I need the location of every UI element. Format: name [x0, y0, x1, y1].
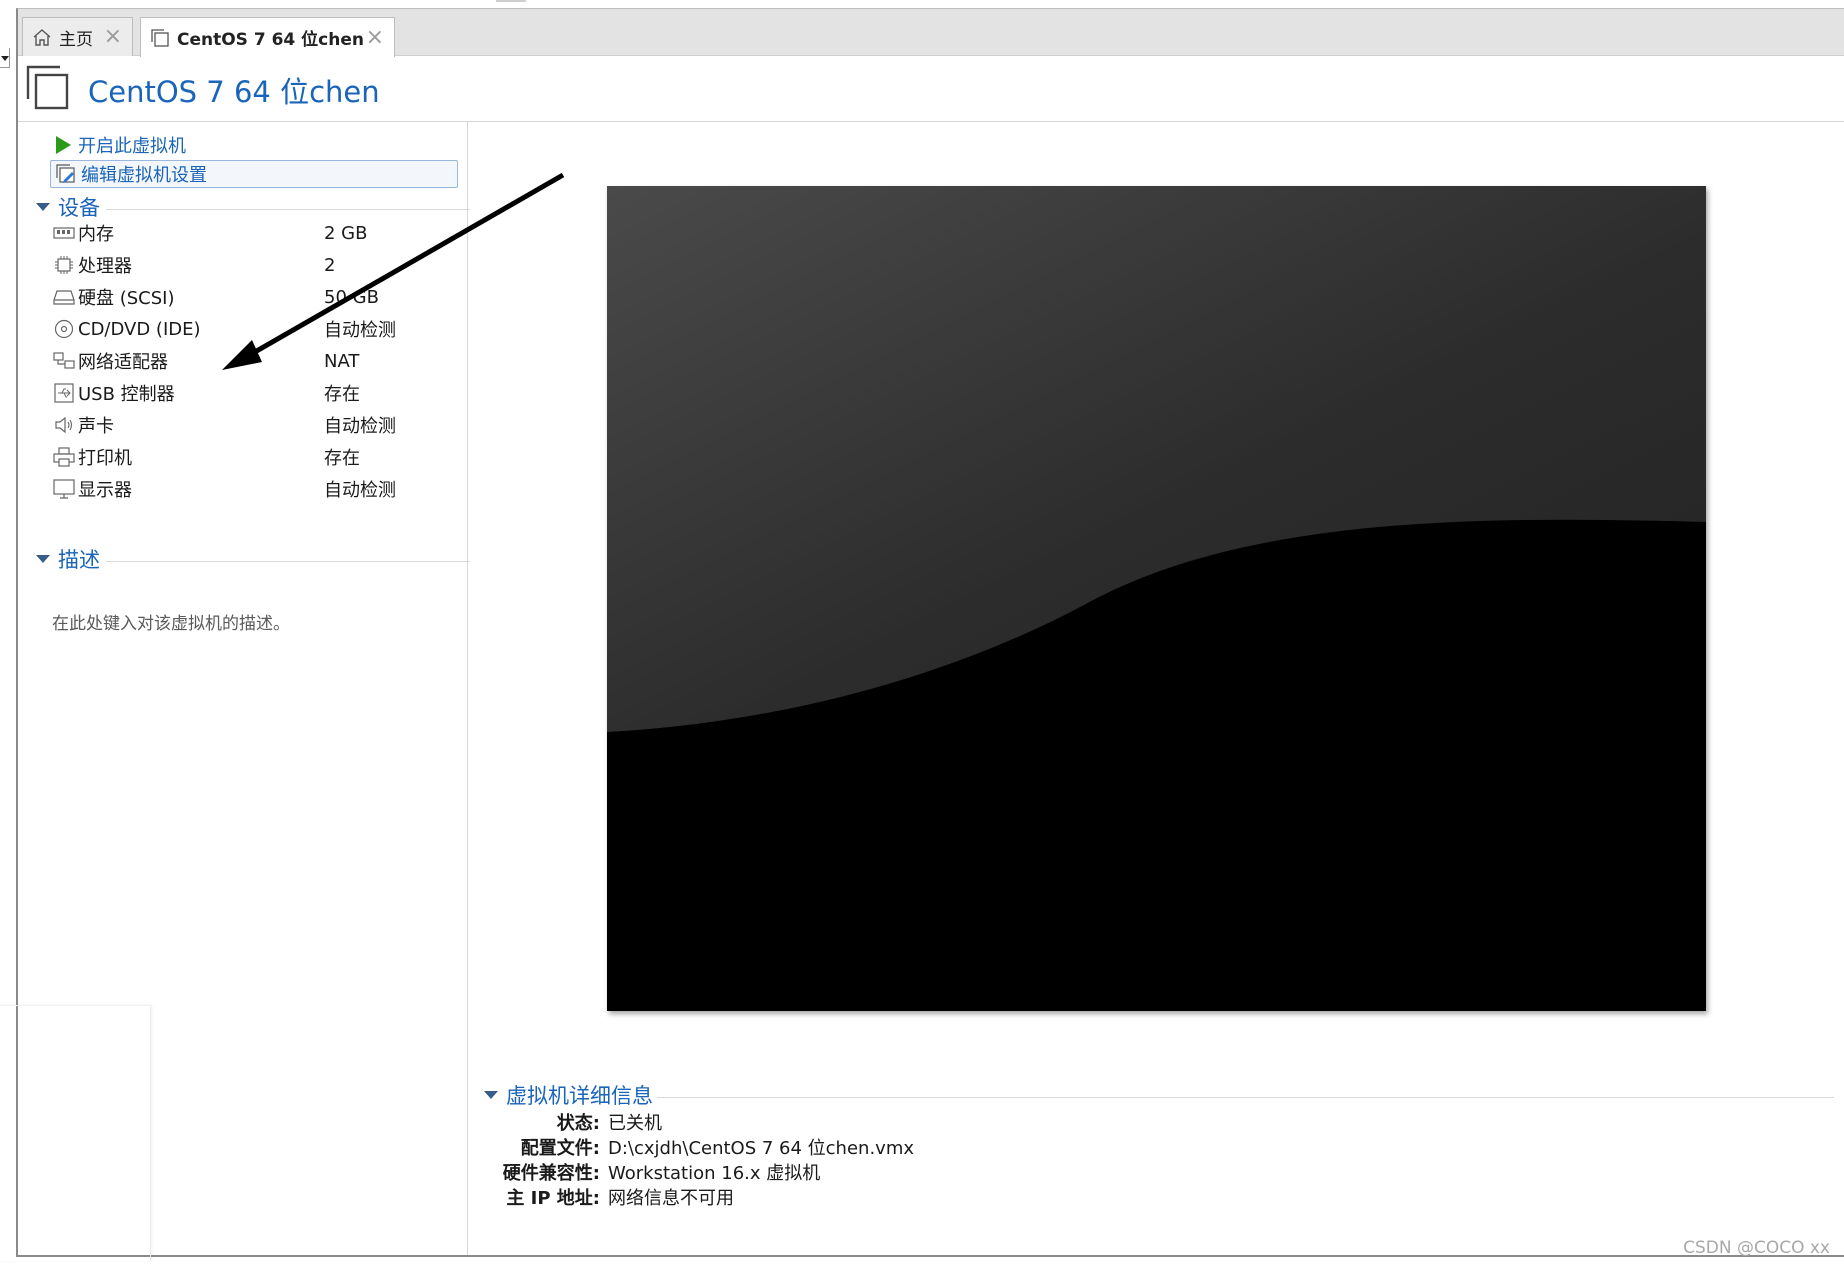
monitor-icon	[52, 478, 76, 500]
printer-icon	[52, 446, 76, 468]
left-bottom-panel	[0, 1005, 151, 1261]
power-on-button[interactable]: 开启此虚拟机	[52, 131, 186, 159]
device-row-cd-dvd[interactable]: CD/DVD (IDE) 自动检测	[52, 314, 452, 344]
detail-key: 硬件兼容性:	[502, 1162, 600, 1184]
detail-value: 已关机	[608, 1112, 662, 1134]
device-name: 声卡	[78, 416, 114, 437]
usb-controller-icon	[52, 382, 76, 404]
hard-disk-icon	[52, 286, 76, 308]
tab-bar: 主页 × CentOS 7 64 位chen ×	[18, 9, 1844, 57]
description-section-header[interactable]: 描述	[34, 544, 470, 574]
processor-icon	[52, 254, 76, 276]
detail-row-state: 状态: 已关机	[484, 1109, 1184, 1134]
device-value: 存在	[324, 384, 360, 405]
collapse-chevron-icon[interactable]	[0, 48, 10, 68]
device-value: 50 GB	[324, 286, 379, 308]
detail-key: 主 IP 地址:	[506, 1187, 600, 1209]
description-input[interactable]: 在此处键入对该虚拟机的描述。	[52, 609, 290, 634]
tab-label: CentOS 7 64 位chen	[177, 30, 364, 50]
detail-key: 配置文件:	[520, 1137, 600, 1159]
device-name: CD/DVD (IDE)	[78, 318, 201, 340]
vm-details-section-header[interactable]: 虚拟机详细信息	[484, 1080, 1834, 1110]
detail-row-ip-address: 主 IP 地址: 网络信息不可用	[484, 1184, 1184, 1209]
cd-dvd-icon	[52, 318, 76, 340]
play-icon	[52, 134, 74, 156]
device-row-sound-card[interactable]: 声卡 自动检测	[52, 410, 452, 440]
device-name: USB 控制器	[78, 384, 175, 405]
device-value: 自动检测	[324, 320, 396, 341]
tab-vm[interactable]: CentOS 7 64 位chen ×	[140, 17, 395, 57]
detail-value: 网络信息不可用	[608, 1187, 734, 1209]
vm-large-icon	[26, 65, 70, 115]
device-name: 处理器	[78, 256, 132, 277]
vm-icon	[151, 28, 169, 47]
device-row-hard-disk[interactable]: 硬盘 (SCSI) 50 GB	[52, 282, 452, 312]
detail-value: Workstation 16.x 虚拟机	[608, 1162, 821, 1184]
device-row-processor[interactable]: 处理器 2	[52, 250, 452, 280]
device-name: 硬盘 (SCSI)	[78, 288, 175, 309]
device-row-usb-controller[interactable]: USB 控制器 存在	[52, 378, 452, 408]
page-title: CentOS 7 64 位chen	[88, 75, 380, 109]
tab-home[interactable]: 主页 ×	[22, 17, 133, 56]
device-value: 自动检测	[324, 480, 396, 501]
section-rule	[106, 560, 470, 562]
device-name: 内存	[78, 224, 114, 245]
vm-preview-thumbnail[interactable]	[607, 186, 1706, 1011]
expand-triangle-icon	[36, 203, 50, 211]
device-row-display[interactable]: 显示器 自动检测	[52, 474, 452, 504]
close-icon[interactable]: ×	[104, 26, 122, 48]
device-name: 网络适配器	[78, 352, 168, 373]
device-value: 2	[324, 254, 336, 276]
detail-key: 状态:	[556, 1112, 600, 1134]
detail-value: D:\cxjdh\CentOS 7 64 位chen.vmx	[608, 1137, 915, 1159]
vm-details-section-label: 虚拟机详细信息	[506, 1084, 653, 1108]
edit-settings-label: 编辑虚拟机设置	[81, 165, 207, 186]
pane-splitter[interactable]	[467, 122, 468, 1255]
device-value: 2 GB	[324, 222, 368, 244]
tab-label: 主页	[59, 29, 93, 50]
window-top-edge	[496, 0, 526, 2]
watermark: CSDN @COCO xx	[1683, 1238, 1830, 1258]
device-value: 自动检测	[324, 416, 396, 437]
device-name: 显示器	[78, 480, 132, 501]
device-row-network-adapter[interactable]: 网络适配器 NAT	[52, 346, 452, 376]
device-name: 打印机	[78, 448, 132, 469]
vm-title-row: CentOS 7 64 位chen	[26, 64, 380, 116]
section-rule	[106, 208, 470, 210]
power-on-label: 开启此虚拟机	[78, 136, 186, 157]
section-rule	[657, 1096, 1834, 1098]
device-value: NAT	[324, 350, 360, 372]
description-section-label: 描述	[58, 548, 100, 572]
device-value: 存在	[324, 448, 360, 469]
detail-row-hardware-compat: 硬件兼容性: Workstation 16.x 虚拟机	[484, 1159, 1184, 1184]
close-icon[interactable]: ×	[366, 26, 384, 49]
home-icon	[33, 28, 51, 46]
expand-triangle-icon	[36, 555, 50, 563]
device-row-printer[interactable]: 打印机 存在	[52, 442, 452, 472]
edit-settings-button[interactable]: 编辑虚拟机设置	[50, 160, 458, 188]
edit-settings-icon	[55, 163, 77, 185]
detail-row-config-file: 配置文件: D:\cxjdh\CentOS 7 64 位chen.vmx	[484, 1134, 1184, 1159]
device-row-memory[interactable]: 内存 2 GB	[52, 218, 452, 248]
expand-triangle-icon	[484, 1091, 498, 1099]
speaker-icon	[52, 414, 76, 436]
network-adapter-icon	[52, 350, 76, 372]
memory-icon	[52, 222, 76, 244]
